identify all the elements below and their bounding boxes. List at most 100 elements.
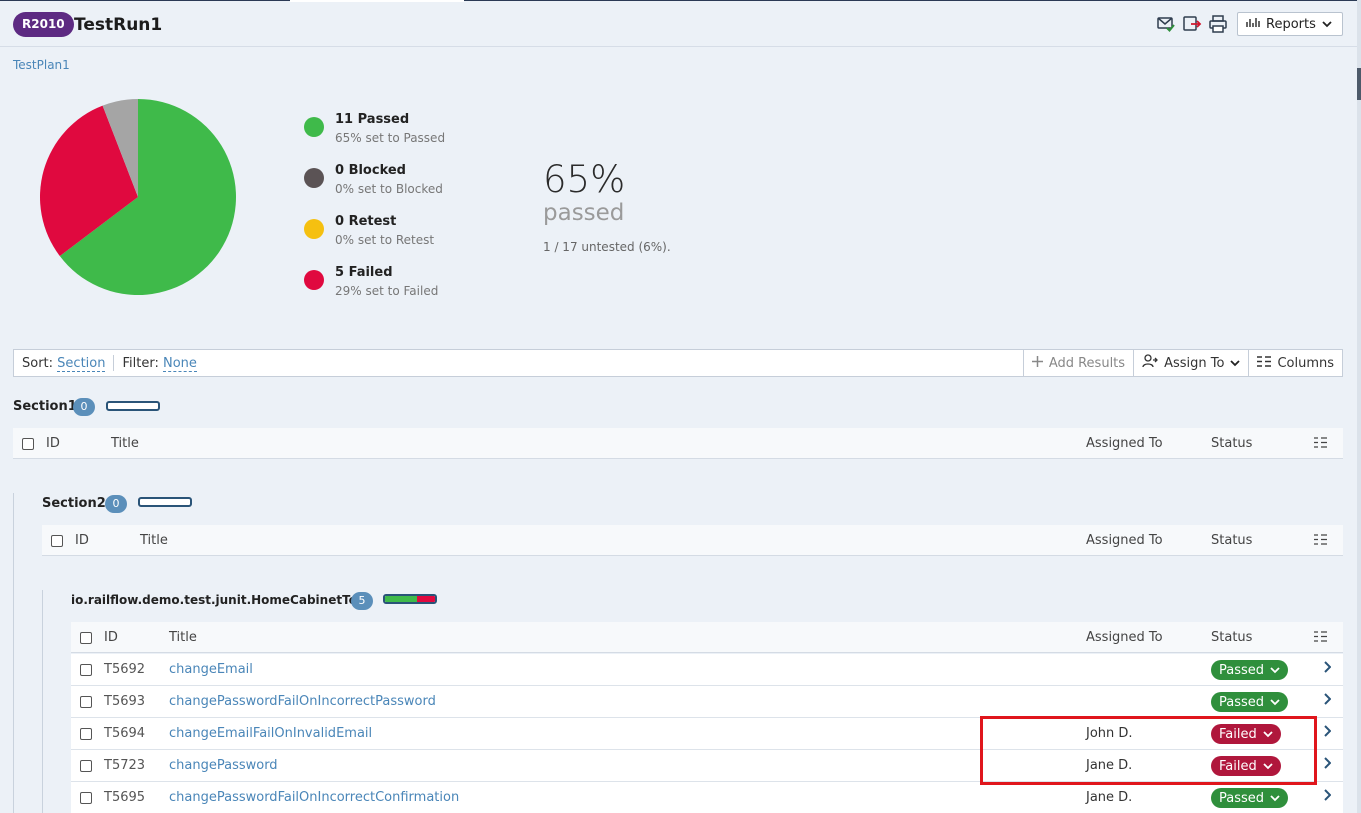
section-progress-bar (106, 401, 160, 411)
section-count-badge: 0 (105, 495, 127, 513)
sort-value-link[interactable]: Section (57, 355, 106, 372)
legend-title: 11 Passed (335, 112, 410, 127)
assign-to-label: Assign To (1164, 355, 1225, 371)
column-status[interactable]: Status (1211, 436, 1252, 451)
section-progress-bar (138, 497, 192, 507)
legend-title: 5 Failed (335, 265, 393, 280)
filter-value-link[interactable]: None (162, 355, 197, 372)
select-all-checkbox[interactable] (22, 438, 34, 450)
section-count-badge: 0 (73, 398, 95, 416)
user-assign-icon (1142, 354, 1158, 372)
chevron-down-icon (1270, 663, 1280, 678)
assign-to-button[interactable]: Assign To (1133, 350, 1248, 376)
column-id[interactable]: ID (75, 533, 89, 548)
milestone-badge: R2010 (13, 12, 74, 37)
chevron-right-icon[interactable] (1323, 661, 1332, 677)
status-label: Passed (1219, 662, 1265, 678)
test-title-link[interactable]: changeEmail (169, 662, 253, 677)
bar-chart-icon (1246, 16, 1260, 32)
column-status[interactable]: Status (1211, 630, 1252, 645)
table-row[interactable]: T5695 changePasswordFailOnIncorrectConfi… (71, 782, 1343, 813)
status-dropdown[interactable]: Passed (1211, 788, 1289, 808)
select-all-checkbox[interactable] (80, 632, 92, 644)
chevron-down-icon (1270, 791, 1280, 806)
progress-failed-segment (416, 596, 435, 602)
legend-dot (304, 168, 324, 188)
test-id: T5693 (104, 694, 146, 709)
legend-dot (304, 270, 324, 290)
column-title[interactable]: Title (140, 533, 168, 548)
assigned-to: Jane D. (1086, 790, 1133, 805)
status-pie-chart (39, 99, 236, 295)
column-assigned-to[interactable]: Assigned To (1086, 533, 1163, 548)
column-options-icon[interactable] (1314, 437, 1327, 452)
chevron-right-icon[interactable] (1323, 693, 1332, 709)
add-results-label: Add Results (1048, 355, 1126, 371)
column-title[interactable]: Title (111, 436, 139, 451)
select-all-checkbox[interactable] (51, 535, 63, 547)
chevron-right-icon[interactable] (1323, 725, 1332, 741)
reports-button[interactable]: Reports (1237, 12, 1343, 36)
section-nesting-line (13, 493, 14, 813)
legend-subtitle: 0% set to Blocked (335, 182, 443, 196)
columns-label: Columns (1277, 355, 1334, 371)
section-progress-bar (383, 594, 437, 604)
legend-subtitle: 0% set to Retest (335, 233, 435, 247)
test-id: T5694 (104, 726, 146, 741)
row-checkbox[interactable] (80, 696, 92, 708)
print-icon[interactable] (1208, 14, 1228, 34)
scrollbar-thumb[interactable] (1357, 68, 1361, 100)
sort-control[interactable]: Sort: Section (14, 355, 106, 372)
section-nesting-line (42, 590, 43, 813)
column-id[interactable]: ID (46, 436, 60, 451)
column-header-row: ID Title Assigned To Status (71, 622, 1343, 653)
add-results-button[interactable]: Add Results (1022, 350, 1133, 376)
highlight-box (980, 716, 1317, 785)
row-checkbox[interactable] (80, 664, 92, 676)
chevron-down-icon (1270, 695, 1280, 710)
chevron-right-icon[interactable] (1323, 757, 1332, 773)
row-checkbox[interactable] (80, 792, 92, 804)
column-id[interactable]: ID (104, 630, 118, 645)
column-options-icon[interactable] (1314, 631, 1327, 646)
section-title[interactable]: Section1 (13, 399, 77, 414)
legend-dot (304, 219, 324, 239)
passed-word: passed (543, 200, 625, 226)
test-title-link[interactable]: changeEmailFailOnInvalidEmail (169, 726, 372, 741)
column-assigned-to[interactable]: Assigned To (1086, 436, 1163, 451)
columns-icon (1257, 355, 1272, 371)
table-row[interactable]: T5693 changePasswordFailOnIncorrectPassw… (71, 686, 1343, 718)
row-checkbox[interactable] (80, 728, 92, 740)
status-dropdown[interactable]: Passed (1211, 692, 1289, 712)
breadcrumb-test-plan[interactable]: TestPlan1 (13, 58, 70, 72)
legend-subtitle: 29% set to Failed (335, 284, 439, 298)
legend-subtitle: 65% set to Passed (335, 131, 446, 145)
email-check-icon[interactable] (1156, 14, 1176, 34)
legend-title: 0 Blocked (335, 163, 406, 178)
legend-dot (304, 117, 324, 137)
section-title[interactable]: io.railflow.demo.test.junit.HomeCabinetT… (71, 593, 370, 607)
column-title[interactable]: Title (169, 630, 197, 645)
column-assigned-to[interactable]: Assigned To (1086, 630, 1163, 645)
chevron-right-icon[interactable] (1323, 789, 1332, 805)
scrollbar-track[interactable] (1357, 0, 1361, 813)
status-label: Passed (1219, 790, 1265, 806)
table-row[interactable]: T5692 changeEmail Passed (71, 654, 1343, 686)
column-status[interactable]: Status (1211, 533, 1252, 548)
columns-button[interactable]: Columns (1248, 350, 1342, 376)
column-options-icon[interactable] (1314, 534, 1327, 549)
chevron-down-icon (1322, 17, 1332, 32)
filter-control[interactable]: Filter: None (122, 355, 197, 372)
filter-label: Filter: (122, 355, 159, 371)
test-title-link[interactable]: changePassword (169, 758, 278, 773)
status-label: Passed (1219, 694, 1265, 710)
export-icon[interactable] (1182, 14, 1202, 34)
passed-percent: 65% (543, 158, 626, 201)
sort-label: Sort: (22, 355, 54, 371)
row-checkbox[interactable] (80, 760, 92, 772)
test-title-link[interactable]: changePasswordFailOnIncorrectPassword (169, 694, 436, 709)
status-dropdown[interactable]: Passed (1211, 660, 1289, 680)
section-title[interactable]: Section2 (42, 496, 106, 511)
untested-summary: 1 / 17 untested (6%). (543, 240, 671, 254)
test-title-link[interactable]: changePasswordFailOnIncorrectConfirmatio… (169, 790, 459, 805)
